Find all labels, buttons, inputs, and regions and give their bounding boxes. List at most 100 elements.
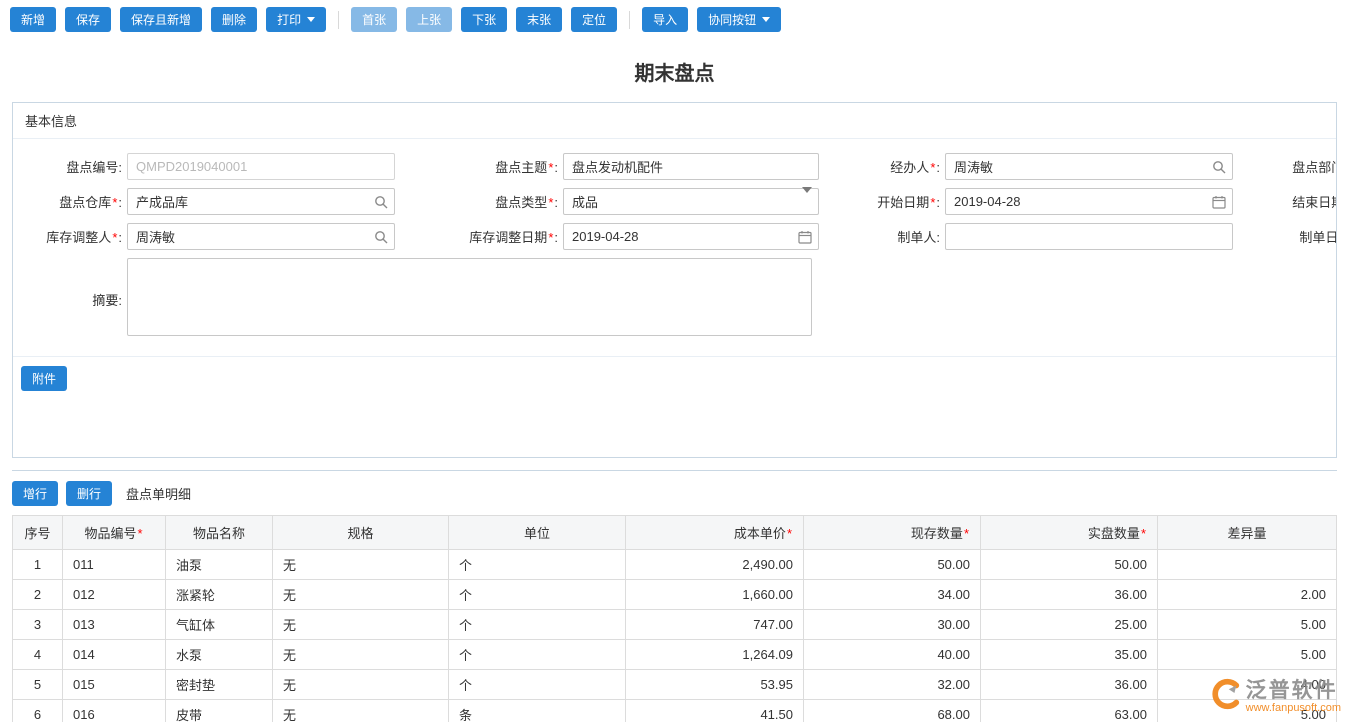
- adjuster-input[interactable]: [127, 223, 395, 250]
- save-button[interactable]: 保存: [65, 7, 112, 32]
- cell-stock-qty[interactable]: 50.00: [803, 549, 981, 580]
- cell-difference: 4.00: [1157, 669, 1337, 700]
- field-end-date: 结束日期*:: [1233, 188, 1336, 215]
- search-icon[interactable]: [1212, 160, 1226, 174]
- search-icon[interactable]: [374, 195, 388, 209]
- cell-unit: 个: [448, 669, 626, 700]
- detail-table: 序号 物品编号* 物品名称 规格 单位 成本单价* 现存数量* 实盘数量* 差异…: [12, 515, 1337, 722]
- cell-unit: 个: [448, 639, 626, 670]
- cell-unit-cost[interactable]: 53.95: [625, 669, 804, 700]
- cell-item-code[interactable]: 012: [62, 579, 166, 610]
- calendar-icon[interactable]: [798, 230, 812, 244]
- creator-label: 制单人:: [897, 230, 940, 245]
- basic-info-panel: 基本信息 盘点编号: 盘点主题*: 经办人*:: [12, 102, 1337, 458]
- import-button[interactable]: 导入: [642, 7, 689, 32]
- collaborate-button[interactable]: 协同按钮: [697, 7, 782, 32]
- last-record-button[interactable]: 末张: [516, 7, 563, 32]
- cell-item-code[interactable]: 013: [62, 609, 166, 640]
- cell-seq: 4: [12, 639, 63, 670]
- cell-difference: 5.00: [1157, 639, 1337, 670]
- cell-item-name[interactable]: 水泵: [165, 639, 273, 670]
- field-department: 盘点部门*:: [1233, 153, 1336, 180]
- detail-section-title: 盘点单明细: [126, 487, 192, 502]
- attachment-empty-area: [21, 391, 1328, 457]
- inventory-type-select[interactable]: 成品: [563, 188, 819, 215]
- field-creator: 制单人:: [819, 223, 1233, 250]
- warehouse-input[interactable]: [127, 188, 395, 215]
- chevron-down-icon: [307, 17, 316, 22]
- toolbar: 新增 保存 保存且新增 删除 打印 首张 上张 下张 末张 定位 导入 协同按钮: [0, 0, 1349, 39]
- adjust-date-input[interactable]: [563, 223, 819, 250]
- field-adjust-date: 库存调整日期*:: [395, 223, 819, 250]
- next-record-button[interactable]: 下张: [461, 7, 508, 32]
- start-date-input[interactable]: [945, 188, 1233, 215]
- cell-unit: 个: [448, 609, 626, 640]
- inventory-subject-label: 盘点主题*:: [495, 160, 558, 175]
- inventory-type-label: 盘点类型*:: [495, 195, 558, 210]
- field-summary: 摘要:: [15, 258, 812, 336]
- cell-unit-cost[interactable]: 1,660.00: [625, 579, 804, 610]
- field-handler: 经办人*:: [819, 153, 1233, 180]
- summary-textarea[interactable]: [127, 258, 812, 336]
- create-date-label: 制单日期:: [1299, 230, 1336, 245]
- start-date-label: 开始日期*:: [877, 195, 940, 210]
- first-record-button[interactable]: 首张: [351, 7, 398, 32]
- cell-item-name[interactable]: 皮带: [165, 699, 273, 722]
- cell-item-code[interactable]: 016: [62, 699, 166, 722]
- search-icon[interactable]: [374, 230, 388, 244]
- cell-seq: 1: [12, 549, 63, 580]
- cell-item-name[interactable]: 气缸体: [165, 609, 273, 640]
- prev-record-button[interactable]: 上张: [406, 7, 453, 32]
- calendar-icon[interactable]: [1212, 195, 1226, 209]
- cell-item-code[interactable]: 014: [62, 639, 166, 670]
- locate-button[interactable]: 定位: [571, 7, 618, 32]
- col-header-seq: 序号: [12, 515, 63, 550]
- inventory-code-input: [127, 153, 395, 180]
- print-button[interactable]: 打印: [266, 7, 327, 32]
- cell-actual-qty[interactable]: 36.00: [980, 669, 1158, 700]
- cell-stock-qty[interactable]: 30.00: [803, 609, 981, 640]
- attachment-button[interactable]: 附件: [21, 366, 68, 391]
- cell-actual-qty[interactable]: 36.00: [980, 579, 1158, 610]
- cell-difference: 2.00: [1157, 579, 1337, 610]
- table-row: 2 012 涨紧轮 无 个 1,660.00 34.00 36.00 2.00: [12, 579, 1337, 610]
- collaborate-label: 协同按钮: [708, 13, 757, 27]
- cell-actual-qty[interactable]: 25.00: [980, 609, 1158, 640]
- col-header-stock-qty: 现存数量*: [803, 515, 981, 550]
- creator-input[interactable]: [945, 223, 1233, 250]
- cell-stock-qty[interactable]: 32.00: [803, 669, 981, 700]
- cell-stock-qty[interactable]: 68.00: [803, 699, 981, 722]
- inventory-subject-input[interactable]: [563, 153, 819, 180]
- new-button[interactable]: 新增: [10, 7, 57, 32]
- cell-unit-cost[interactable]: 1,264.09: [625, 639, 804, 670]
- add-row-button[interactable]: 增行: [12, 481, 59, 506]
- toolbar-divider: [629, 10, 631, 29]
- cell-stock-qty[interactable]: 34.00: [803, 579, 981, 610]
- cell-unit-cost[interactable]: 747.00: [625, 609, 804, 640]
- field-warehouse: 盘点仓库*:: [15, 188, 395, 215]
- cell-item-name[interactable]: 油泵: [165, 549, 273, 580]
- cell-unit-cost[interactable]: 41.50: [625, 699, 804, 722]
- field-inventory-type: 盘点类型*: 成品: [395, 186, 819, 215]
- col-header-item-code: 物品编号*: [62, 515, 166, 550]
- end-date-label: 结束日期*:: [1292, 195, 1336, 210]
- cell-seq: 6: [12, 699, 63, 722]
- delete-button[interactable]: 删除: [211, 7, 258, 32]
- cell-unit-cost[interactable]: 2,490.00: [625, 549, 804, 580]
- save-and-new-button[interactable]: 保存且新增: [120, 7, 203, 32]
- delete-row-button[interactable]: 删行: [66, 481, 113, 506]
- cell-actual-qty[interactable]: 50.00: [980, 549, 1158, 580]
- cell-spec: 无: [272, 639, 449, 670]
- table-row: 5 015 密封垫 无 个 53.95 32.00 36.00 4.00: [12, 669, 1337, 700]
- cell-actual-qty[interactable]: 35.00: [980, 639, 1158, 670]
- cell-seq: 3: [12, 609, 63, 640]
- cell-unit: 个: [448, 579, 626, 610]
- handler-input[interactable]: [945, 153, 1233, 180]
- cell-item-name[interactable]: 密封垫: [165, 669, 273, 700]
- cell-item-name[interactable]: 涨紧轮: [165, 579, 273, 610]
- chevron-down-icon: [762, 17, 771, 22]
- cell-item-code[interactable]: 015: [62, 669, 166, 700]
- cell-stock-qty[interactable]: 40.00: [803, 639, 981, 670]
- cell-item-code[interactable]: 011: [62, 549, 166, 580]
- cell-actual-qty[interactable]: 63.00: [980, 699, 1158, 722]
